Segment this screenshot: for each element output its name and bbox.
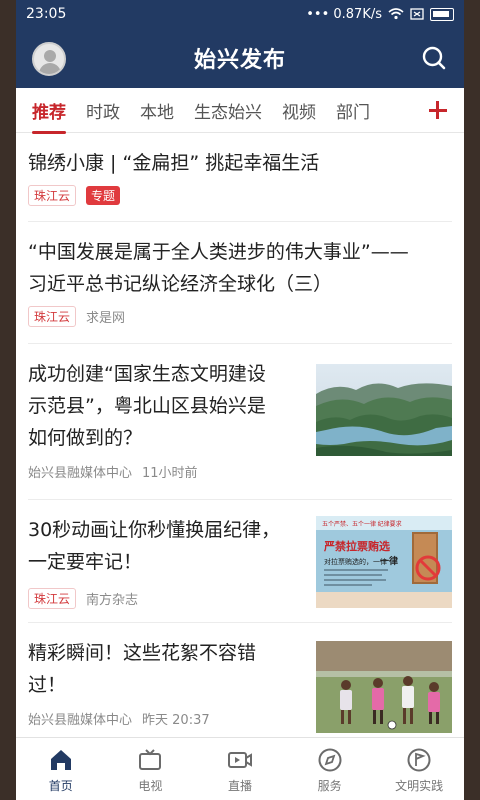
article-title: “中国发展是属于全人类进步的伟大事业”—— 习近平总书记纵论经济全球化（三） [28,236,452,300]
article-title-line: 一定要牢记！ [28,551,143,573]
poster-word: 一律 [380,555,398,566]
poster-tags: 五个严禁、五个一律 纪律要求 [322,520,402,528]
article-item[interactable]: 锦绣小康 | “金扁担” 挑起幸福生活 珠江云 专题 [28,133,452,222]
article-meta: 始兴县融媒体中心 11小时前 [28,462,452,481]
nav-home[interactable]: 首页 [18,746,104,794]
home-icon [50,749,71,770]
source-badge: 珠江云 [28,306,77,327]
article-list: 锦绣小康 | “金扁担” 挑起幸福生活 珠江云 专题 “中国发展是属于全人类进步… [16,133,464,737]
tab-departments[interactable]: 部门 [336,98,370,123]
tabs-fade [404,88,424,132]
article-title-line: 精彩瞬间！这些花絮不容错 [28,642,257,664]
battery-icon [430,7,454,21]
compass-icon [318,748,342,771]
article-origin: 南方杂志 [86,593,139,608]
article-title-line: 成功创建“国家生态文明建设 [28,363,266,385]
article-title: 锦绣小康 | “金扁担” 挑起幸福生活 [28,152,320,174]
article-source: 始兴县融媒体中心 [28,713,133,728]
article-item[interactable]: 30秒动画让你秒懂换届纪律， 一定要牢记！ 珠江云 南方杂志 五个严禁、五个一律… [28,500,452,623]
article-title: 成功创建“国家生态文明建设 示范县”，粤北山区县始兴是 如何做到的？ [28,358,298,454]
search-icon[interactable] [420,44,448,72]
article-source: 始兴县融媒体中心 [28,466,133,481]
anti-bribery-poster: 五个严禁、五个一律 纪律要求 严禁拉票贿选 对拉票贿选的，一律 一律 [316,516,452,608]
tab-video[interactable]: 视频 [282,98,316,123]
page-title: 始兴发布 [193,48,286,73]
poster-headline: 严禁拉票贿选 [323,539,390,553]
nav-services[interactable]: 服务 [287,746,373,794]
article-thumbnail [316,641,452,733]
nav-label: 文明实践 [395,778,444,793]
article-thumbnail [316,364,452,456]
article-title-line: 习近平总书记纵论经济全球化（三） [28,273,333,295]
flag-badge-icon [407,748,431,771]
video-play-icon [227,751,252,768]
sim-icon [410,8,424,20]
article-title-line: 如何做到的？ [28,427,143,449]
article-title-line: 示范县”，粤北山区县始兴是 [28,395,266,417]
status-indicators: ••• 0.87K/s [306,7,454,22]
status-time: 23:05 [26,6,67,22]
network-speed: ••• 0.87K/s [306,6,382,22]
article-meta: 珠江云 专题 [28,185,452,206]
article-time: 11小时前 [142,466,198,481]
mountain-lake-photo [316,364,452,456]
status-bar: 23:05 ••• 0.87K/s [16,0,464,28]
youth-football-photo [316,641,452,733]
nav-tv[interactable]: 电视 [107,746,193,794]
article-title: 30秒动画让你秒懂换届纪律， 一定要牢记！ [28,514,298,578]
article-item[interactable]: 成功创建“国家生态文明建设 示范县”，粤北山区县始兴是 如何做到的？ 始兴县融媒… [28,344,452,500]
article-title-line: 过！ [28,674,67,696]
article-title: 精彩瞬间！这些花絮不容错 过！ [28,637,298,701]
nav-label: 首页 [48,778,73,793]
tab-politics[interactable]: 时政 [86,98,120,123]
article-thumbnail: 五个严禁、五个一律 纪律要求 严禁拉票贿选 对拉票贿选的，一律 一律 [316,516,452,608]
article-title-line: “中国发展是属于全人类进步的伟大事业”—— [28,241,409,263]
tab-local[interactable]: 本地 [140,98,174,123]
special-topic-badge: 专题 [86,186,121,205]
article-origin: 求是网 [86,311,126,326]
source-badge: 珠江云 [28,185,77,206]
tab-ecology[interactable]: 生态始兴 [194,98,262,123]
add-channel-button[interactable] [424,96,452,124]
nav-label: 服务 [317,778,342,793]
article-meta: 珠江云 求是网 [28,306,452,327]
tv-icon [139,748,162,770]
nav-live[interactable]: 直播 [197,746,283,794]
source-badge: 珠江云 [28,588,77,609]
article-item[interactable]: “中国发展是属于全人类进步的伟大事业”—— 习近平总书记纵论经济全球化（三） 珠… [28,222,452,344]
article-time: 昨天 20:37 [142,713,210,728]
wifi-icon [388,8,404,20]
nav-label: 直播 [227,778,252,793]
bottom-navigation: 首页 电视 直播 服务 文明实践 [16,737,464,800]
avatar[interactable] [32,42,66,76]
app-header: 始兴发布 [16,28,464,88]
tab-recommend[interactable]: 推荐 [32,98,66,134]
poster-rule: 对拉票贿选的，一律 [324,557,387,566]
article-title-line: 30秒动画让你秒懂换届纪律， [28,519,281,541]
app-frame: 23:05 ••• 0.87K/s 始兴发布 推荐 时政 本地 生态始兴 视频 … [16,0,464,800]
nav-label: 电视 [138,778,163,793]
article-item[interactable]: 精彩瞬间！这些花絮不容错 过！ 始兴县融媒体中心 昨天 20:37 [28,623,452,737]
nav-civilization-practice[interactable]: 文明实践 [376,746,462,794]
category-tabs: 推荐 时政 本地 生态始兴 视频 部门 [16,88,464,134]
